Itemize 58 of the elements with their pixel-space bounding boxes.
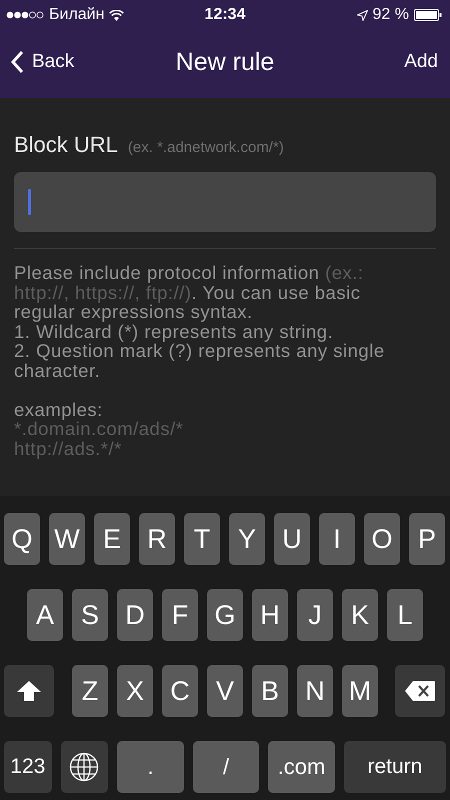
keyboard-key[interactable]: K [342, 589, 378, 641]
keyboard-key[interactable]: P [409, 513, 445, 565]
example-pattern: *.domain.com/ads/* [14, 419, 184, 438]
shift-key[interactable] [4, 665, 54, 717]
keyboard-key[interactable]: . [117, 741, 184, 793]
keyboard-key[interactable]: J [297, 589, 333, 641]
keyboard-key[interactable]: D [117, 589, 153, 641]
keyboard-key[interactable]: I [319, 513, 355, 565]
keyboard-key[interactable]: A [27, 589, 63, 641]
keyboard-key[interactable]: Q [4, 513, 40, 565]
example-pattern: http://ads.*/* [14, 438, 123, 458]
delete-key[interactable] [395, 665, 445, 717]
keyboard-key[interactable]: L [387, 589, 423, 641]
keyboard-key[interactable]: F [162, 589, 198, 641]
help-text: Please include protocol information (ex.: http://, https://, ftp://). You can use basic regular expressions syntax. [14, 263, 365, 322]
screen-title: New rule [176, 48, 274, 76]
keyboard-key[interactable]: G [207, 589, 243, 641]
keyboard-key[interactable]: T [184, 513, 220, 565]
keyboard-key[interactable]: C [162, 665, 198, 717]
keyboard-key[interactable]: / [192, 741, 260, 793]
keyboard-key[interactable]: Z [72, 665, 108, 717]
battery-percent: 92 % [372, 6, 409, 24]
keyboard-key[interactable]: .com [268, 741, 335, 793]
keyboard-key[interactable]: B [252, 665, 288, 717]
keyboard-key[interactable]: Y [229, 513, 265, 565]
globe-key[interactable] [60, 741, 108, 793]
keyboard-key[interactable]: W [49, 513, 85, 565]
location-arrow-icon [356, 10, 368, 20]
keyboard-key[interactable]: N [297, 665, 333, 717]
keyboard-key[interactable]: R [139, 513, 175, 565]
url-input-field[interactable] [14, 172, 436, 232]
add-button[interactable]: Add [404, 51, 438, 73]
numbers-key[interactable]: 123 [4, 741, 52, 793]
keyboard-key[interactable]: M [342, 665, 378, 717]
chevron-left-icon [10, 50, 24, 74]
backspace-icon [404, 680, 436, 702]
shift-arrow-icon [16, 680, 42, 702]
field-example: (ex. *.adnetwork.com/*) [128, 139, 284, 156]
text-cursor [28, 189, 31, 215]
examples-heading: examples: [14, 400, 104, 419]
keyboard-key[interactable]: E [94, 513, 130, 565]
help-rule: 2. Question mark (?) represents any single character. [14, 341, 386, 380]
carrier-name: Билайн [49, 6, 104, 24]
return-key[interactable]: return [344, 741, 446, 793]
keyboard-key[interactable]: S [72, 589, 108, 641]
signal-icon [6, 11, 44, 19]
keyboard-key[interactable]: U [274, 513, 310, 565]
back-button[interactable]: Back [10, 50, 74, 74]
status-time: 12:34 [204, 6, 246, 24]
help-rule: 1. Wildcard (*) represents any string. [14, 322, 334, 341]
field-label: Block URL [14, 132, 118, 158]
keyboard-key[interactable]: O [364, 513, 400, 565]
wifi-icon [109, 10, 124, 20]
keyboard-key[interactable]: V [207, 665, 243, 717]
keyboard-key[interactable]: H [252, 589, 288, 641]
battery-icon [414, 9, 442, 21]
keyboard-key[interactable]: X [117, 665, 153, 717]
globe-icon [69, 752, 100, 782]
